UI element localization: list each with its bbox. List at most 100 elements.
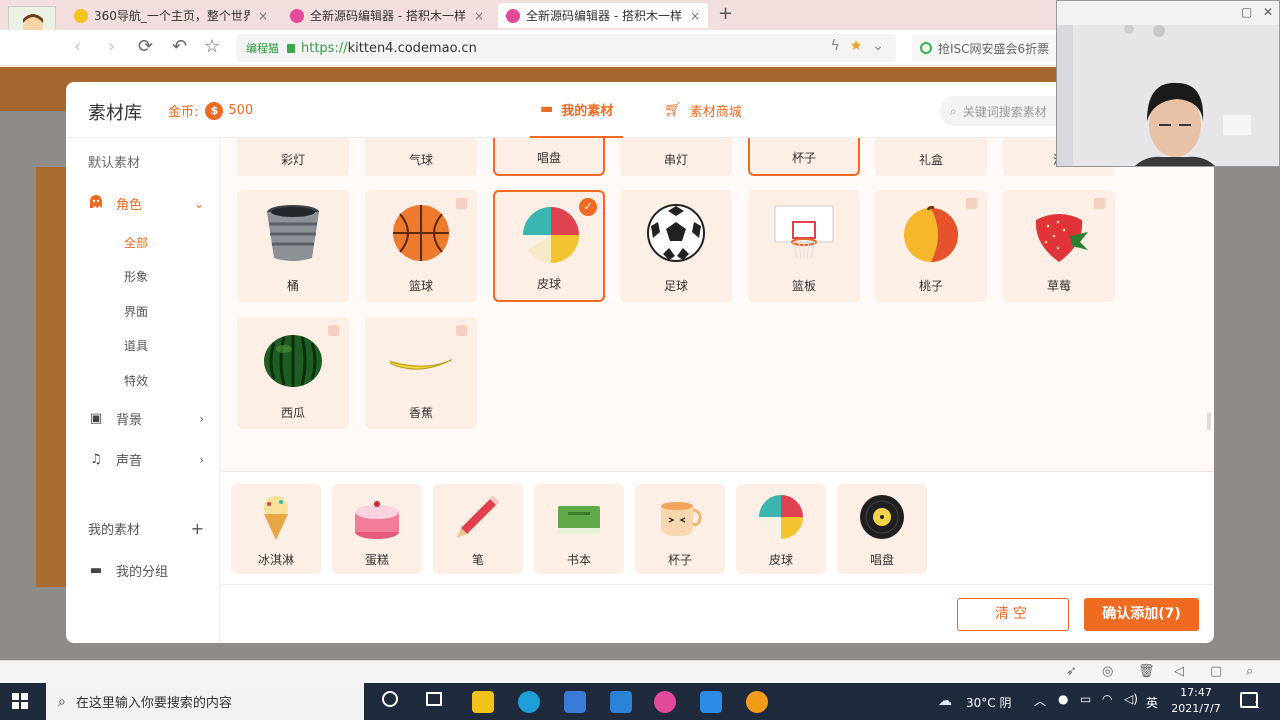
refresh-icon[interactable]: ⟳ <box>138 36 153 58</box>
bookmark-star-icon[interactable]: ★ <box>850 38 863 54</box>
asset-card[interactable]: 彩灯 <box>237 138 349 176</box>
asset-card-soccer-ball[interactable]: 足球 <box>620 190 732 302</box>
volume-icon[interactable]: ◁) <box>1124 692 1138 706</box>
tray-item-cup[interactable]: 杯子 <box>635 484 725 574</box>
browser-tab-codemao-1[interactable]: 全新源码编辑器 - 搭积木一样 × <box>282 3 492 28</box>
asset-label: 杯子 <box>791 151 816 165</box>
tray-item-record[interactable]: 唱盘 <box>837 484 927 574</box>
asset-search-input[interactable]: ⌕ 关键词搜索素材 <box>940 96 1070 126</box>
confirm-add-button[interactable]: 确认添加(7) <box>1084 598 1199 631</box>
forward-icon[interactable]: › <box>108 36 115 58</box>
tab-close-icon[interactable]: × <box>474 9 484 23</box>
sidebar-item-my-assets[interactable]: 我的素材 + <box>88 519 212 538</box>
file-explorer-icon[interactable] <box>472 691 494 713</box>
clear-button[interactable]: 清空 <box>957 598 1069 631</box>
trash-icon[interactable]: 🗑︎ <box>1138 664 1155 679</box>
ime-indicator[interactable]: 英 <box>1146 694 1158 711</box>
chevron-down-icon[interactable]: ⌄ <box>872 38 884 54</box>
asset-card-beach-ball[interactable]: ✓ 皮球 <box>493 190 605 302</box>
microphone-icon[interactable]: ● <box>1058 692 1068 706</box>
undo-icon[interactable]: ↶ <box>172 36 187 58</box>
tray-item-ice-cream[interactable]: 冰淇淋 <box>231 484 321 574</box>
tab-my-assets[interactable]: ▬ 我的素材 <box>530 82 624 138</box>
mail-icon[interactable] <box>610 691 632 713</box>
tab-close-icon[interactable]: × <box>690 9 700 23</box>
sidebar-item-my-groups[interactable]: ▬ 我的分组 <box>88 561 168 580</box>
edge-browser-icon[interactable] <box>518 691 540 713</box>
favorite-icon[interactable] <box>1094 198 1105 209</box>
close-icon[interactable]: ✕ <box>1263 5 1273 19</box>
sidebar-item-character[interactable]: 角色 ⌄ <box>88 194 212 213</box>
add-icon[interactable]: + <box>191 519 204 538</box>
speaker-icon[interactable]: ◁ <box>1174 664 1184 679</box>
sidebar-sub-props[interactable]: 道具 <box>124 337 148 354</box>
sidebar-sub-all[interactable]: 全部 <box>124 234 148 251</box>
asset-label: 杯子 <box>667 553 692 567</box>
tray-item-beach-ball[interactable]: 皮球 <box>736 484 826 574</box>
codemao-app-icon[interactable] <box>654 691 676 713</box>
promo-search-box[interactable]: 抢ISC网安盛会6折票 <box>912 34 1062 62</box>
tray-item-pencil[interactable]: 笔 <box>433 484 523 574</box>
address-bar[interactable]: 编程猫 https://kitten4.codemao.cn ϟ ★ ⌄ <box>236 34 896 62</box>
browser-tab-360[interactable]: 360导航_一个主页，整个世界 × <box>66 3 276 28</box>
store-icon[interactable] <box>564 691 586 713</box>
search-icon[interactable]: ⌕ <box>1246 664 1253 679</box>
rocket-icon[interactable]: ➶ <box>1066 664 1077 679</box>
lightning-icon[interactable]: ϟ <box>830 38 839 54</box>
asset-card-watermelon[interactable]: 西瓜 <box>237 317 349 429</box>
favorite-icon[interactable] <box>966 198 977 209</box>
sidebar-sub-effects[interactable]: 特效 <box>124 372 148 389</box>
chevron-right-icon: › <box>199 411 204 426</box>
messenger-icon[interactable] <box>700 691 722 713</box>
verified-site-badge: 编程猫 <box>246 42 279 55</box>
asset-card-strawberry[interactable]: 草莓 <box>1003 190 1115 302</box>
taskbar-search-input[interactable]: ⌕ 在这里输入你要搜索的内容 <box>46 683 364 720</box>
cortana-icon[interactable] <box>382 691 398 707</box>
favorite-icon[interactable] <box>456 198 467 209</box>
browser-tab-codemao-2[interactable]: 全新源码编辑器 - 搭积木一样 × <box>498 3 708 28</box>
new-tab-button[interactable]: + <box>718 3 733 24</box>
asset-card-backboard[interactable]: 篮板 <box>748 190 860 302</box>
tab-close-icon[interactable]: × <box>258 9 268 23</box>
tray-item-book[interactable]: 书本 <box>534 484 624 574</box>
asset-card-basketball[interactable]: 篮球 <box>365 190 477 302</box>
tab-asset-store[interactable]: 🛒︎ 素材商城 <box>664 82 742 138</box>
maximize-icon[interactable]: ▢ <box>1241 5 1252 19</box>
tray-item-cake[interactable]: 蛋糕 <box>332 484 422 574</box>
asset-card-banana[interactable]: 香蕉 <box>365 317 477 429</box>
weather-text[interactable]: 30°C 阴 <box>966 694 1011 711</box>
asset-label: 冰淇淋 <box>257 553 294 567</box>
sidebar-sub-figure[interactable]: 形象 <box>124 268 148 285</box>
favorite-star-icon[interactable]: ☆ <box>204 36 220 58</box>
codemao-icon <box>290 8 304 23</box>
asset-label: 草莓 <box>1046 279 1071 293</box>
wifi-icon[interactable]: ◠ <box>1102 692 1112 706</box>
asset-card[interactable]: 礼盒 <box>875 138 987 176</box>
windows-start-icon[interactable] <box>12 693 28 709</box>
music-note-icon: ♫ <box>90 452 102 467</box>
asset-card[interactable]: 串灯 <box>620 138 732 176</box>
asset-card-bucket[interactable]: 桶 <box>237 190 349 302</box>
basketball-icon <box>393 205 449 261</box>
task-view-icon[interactable] <box>426 692 442 706</box>
sidebar-item-sound[interactable]: ♫ 声音 › <box>88 450 212 469</box>
sidebar-sub-interface[interactable]: 界面 <box>124 303 148 320</box>
asset-card[interactable]: 唱盘 <box>493 138 605 176</box>
asset-card[interactable]: 杯子 <box>748 138 860 176</box>
selected-assets-tray: 冰淇淋 蛋糕 笔 书本 杯子 皮球 唱盘 <box>221 471 1214 585</box>
asset-card[interactable]: 气球 <box>365 138 477 176</box>
battery-icon[interactable]: ▭ <box>1080 692 1091 706</box>
webcam-overlay-window: ▢ ✕ <box>1056 0 1280 167</box>
asset-card-peach[interactable]: 桃子 <box>875 190 987 302</box>
window-icon[interactable]: ▢ <box>1210 664 1222 679</box>
favorite-icon[interactable] <box>328 325 339 336</box>
chevron-up-icon[interactable]: ︿ <box>1034 692 1046 709</box>
favorite-icon[interactable] <box>456 325 467 336</box>
camera-app-icon[interactable] <box>746 691 768 713</box>
search-placeholder: 关键词搜索素材 <box>962 104 1047 119</box>
speed-icon[interactable]: ◎ <box>1102 664 1113 679</box>
grid-scrollbar[interactable] <box>1207 412 1211 430</box>
system-clock[interactable]: 17:47 2021/7/7 <box>1168 685 1224 717</box>
back-icon[interactable]: ‹ <box>74 36 81 58</box>
sidebar-item-background[interactable]: ▣ 背景 › <box>88 409 212 428</box>
